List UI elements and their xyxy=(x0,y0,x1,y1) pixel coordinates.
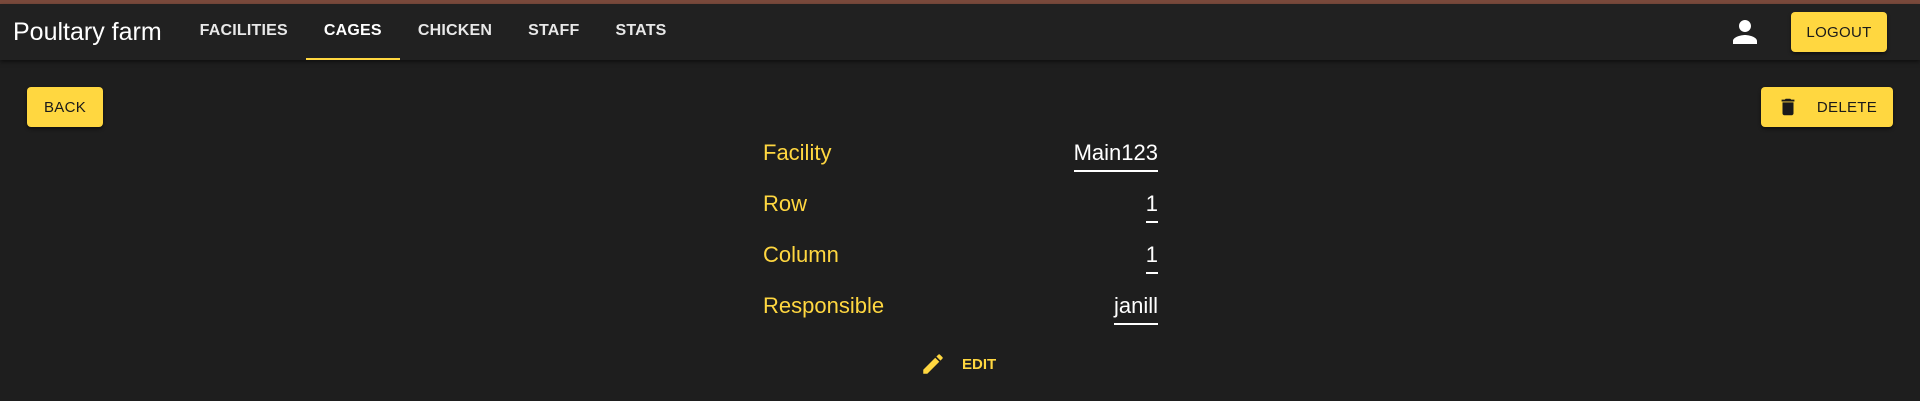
detail-row-row: Row 1 xyxy=(763,183,1158,234)
field-label: Column xyxy=(763,242,839,267)
field-value: 1 xyxy=(1145,191,1158,223)
trash-icon xyxy=(1777,96,1799,118)
tab-cages[interactable]: CAGES xyxy=(305,4,400,60)
cage-details: Facility Main123 Row 1 Column 1 Responsi… xyxy=(763,132,1158,336)
field-label: Row xyxy=(763,191,808,216)
detail-row-column: Column 1 xyxy=(763,234,1158,285)
logout-button[interactable]: LOGOUT xyxy=(1791,12,1887,52)
app-title: Poultary farm xyxy=(13,17,162,46)
main-nav: FACILITIES CAGES CHICKEN STAFF STATS xyxy=(182,4,685,60)
field-label: Facility xyxy=(763,140,832,165)
detail-row-responsible: Responsible janill xyxy=(763,285,1158,336)
account-icon[interactable] xyxy=(1725,12,1765,52)
field-value: Main123 xyxy=(1073,140,1158,172)
tab-staff[interactable]: STAFF xyxy=(510,4,597,60)
back-button[interactable]: BACK xyxy=(27,87,103,127)
edit-button[interactable]: EDIT xyxy=(920,348,996,380)
delete-button[interactable]: DELETE xyxy=(1761,87,1893,127)
app-bar: Poultary farm FACILITIES CAGES CHICKEN S… xyxy=(0,4,1920,60)
field-label: Responsible xyxy=(763,293,885,318)
pencil-icon xyxy=(920,351,946,377)
tab-chicken[interactable]: CHICKEN xyxy=(400,4,510,60)
detail-row-facility: Facility Main123 xyxy=(763,132,1158,183)
delete-button-label: DELETE xyxy=(1816,98,1878,116)
field-value: 1 xyxy=(1145,242,1158,274)
tab-stats[interactable]: STATS xyxy=(597,4,684,60)
tab-facilities[interactable]: FACILITIES xyxy=(182,4,306,60)
field-value: janill xyxy=(1113,293,1158,325)
edit-button-label: EDIT xyxy=(962,355,997,373)
